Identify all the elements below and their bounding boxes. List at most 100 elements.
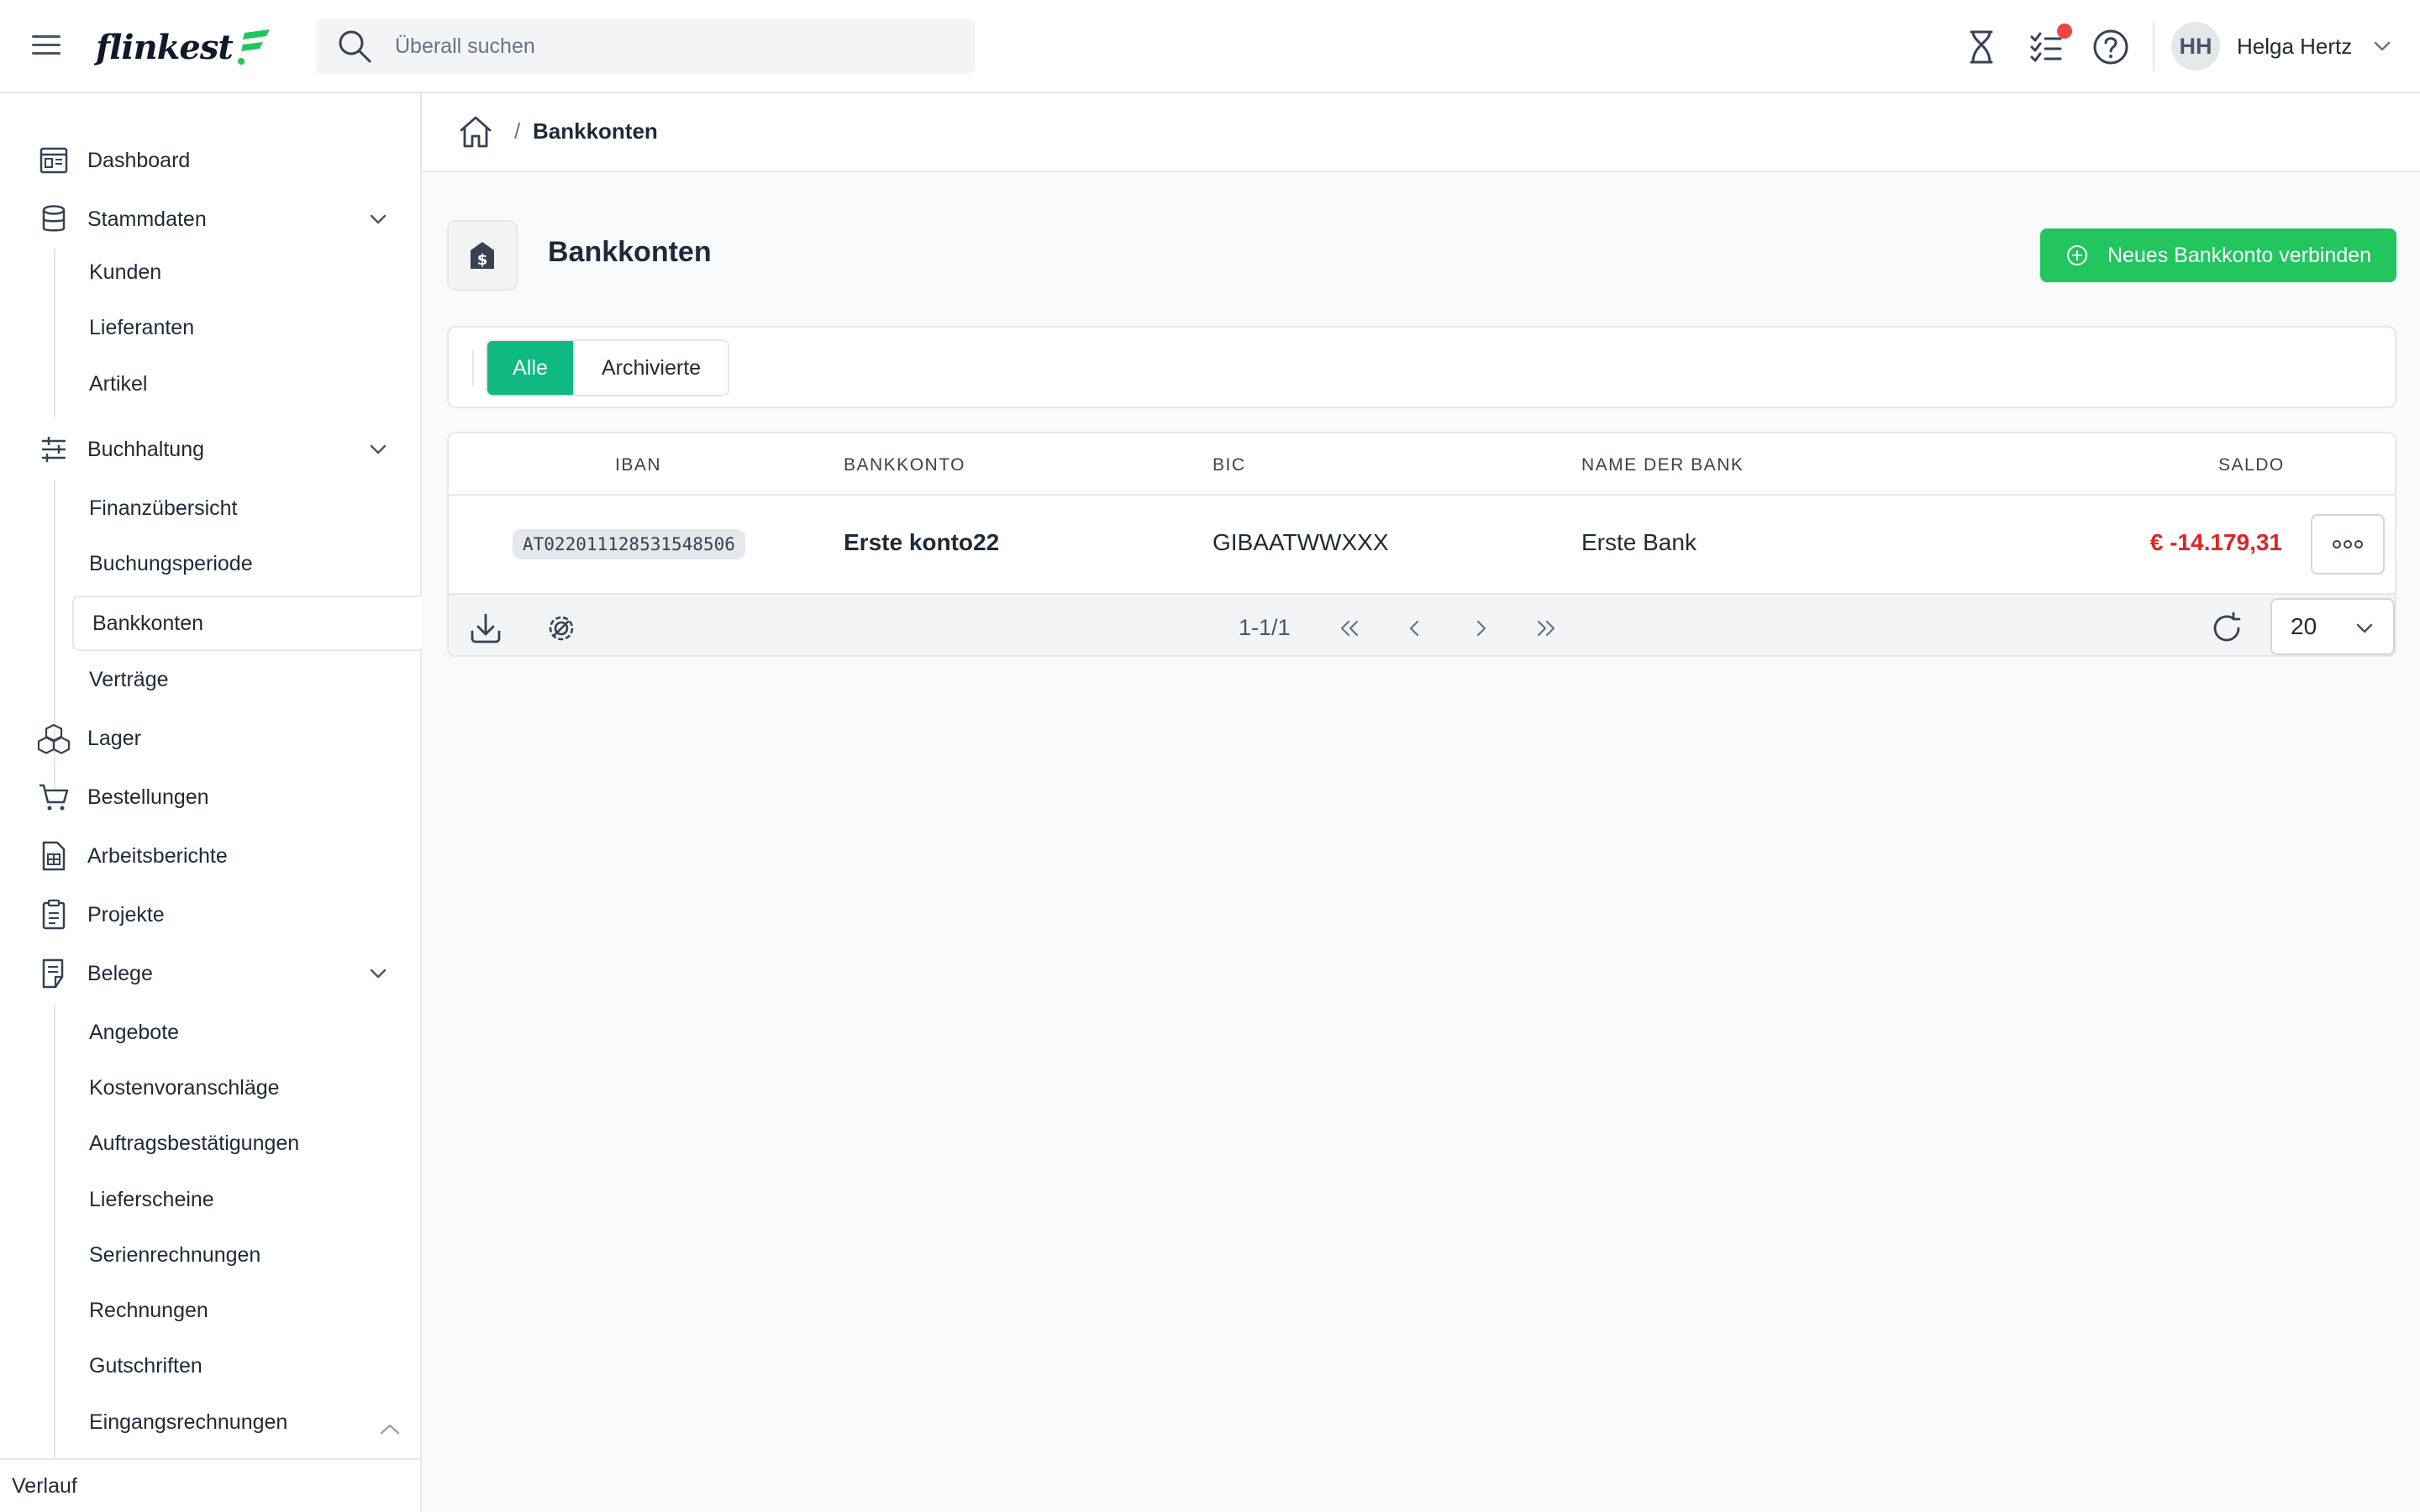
- sidebar-item-belege[interactable]: Belege: [37, 952, 398, 995]
- sliders-icon: [42, 437, 66, 462]
- help-icon[interactable]: [2091, 27, 2131, 67]
- connect-bank-account-button[interactable]: Neues Bankkonto verbinden: [2040, 228, 2396, 282]
- sidebar-subitem-rechnungen[interactable]: Rechnungen: [72, 1290, 417, 1331]
- sidebar-item-stammdaten[interactable]: Stammdaten: [37, 197, 398, 241]
- breadcrumb-current: Bankkonten: [533, 118, 658, 144]
- iban-badge: AT022011128531548506: [513, 529, 745, 559]
- sidebar-item-projekte[interactable]: Projekte: [37, 893, 398, 937]
- sidebar-subitem-kostenvoranschlaege[interactable]: Kostenvoranschläge: [72, 1068, 417, 1108]
- bic-value: GIBAATWWXXX: [1213, 529, 1389, 555]
- previous-page-icon[interactable]: [1400, 613, 1430, 643]
- cart-icon: [39, 784, 69, 811]
- first-page-icon[interactable]: [1334, 613, 1365, 643]
- filter-divider: [472, 349, 474, 386]
- sidebar-item-label: Dashboard: [87, 148, 191, 172]
- more-horizontal-icon: [2333, 540, 2363, 549]
- search-bar[interactable]: [316, 18, 975, 74]
- sidebar-subitem-buchungsperiode[interactable]: Buchungsperiode: [72, 543, 417, 584]
- refresh-icon[interactable]: [2208, 610, 2245, 647]
- sidebar-subitem-auftragsbestaetigungen[interactable]: Auftragsbestätigungen: [72, 1123, 417, 1163]
- page-icon: $: [447, 220, 518, 291]
- sidebar-item-label: Projekte: [87, 902, 165, 927]
- breadcrumb: / Bankkonten: [422, 93, 2420, 172]
- column-header-saldo[interactable]: SALDO: [2218, 455, 2285, 475]
- top-bar: flinkest HH Helga Hertz: [0, 0, 2420, 93]
- column-header-bank-name[interactable]: NAME DER BANK: [1581, 455, 1744, 475]
- report-icon: [42, 841, 66, 871]
- column-header-bic[interactable]: BIC: [1213, 455, 1246, 475]
- clipboard-icon: [42, 899, 66, 930]
- search-icon: [339, 30, 371, 63]
- chevron-down-icon: [370, 214, 387, 224]
- sidebar-subitem-finanzuebersicht[interactable]: Finanzübersicht: [72, 488, 417, 528]
- user-name: Helga Hertz: [2237, 33, 2353, 59]
- sidebar-subitem-artikel[interactable]: Artikel: [72, 364, 417, 404]
- app-logo[interactable]: flinkest: [96, 22, 271, 72]
- chevron-down-icon: [2375, 41, 2391, 51]
- sidebar-item-buchhaltung[interactable]: Buchhaltung: [37, 428, 398, 471]
- hourglass-icon[interactable]: [1961, 27, 2002, 67]
- tab-archivierte[interactable]: Archivierte: [573, 341, 728, 395]
- sidebar-subitem-lieferanten[interactable]: Lieferanten: [72, 307, 417, 348]
- search-input[interactable]: [395, 34, 933, 59]
- table-header-divider: [449, 494, 2395, 496]
- bank-tag-icon: $: [471, 242, 494, 269]
- submenu-guide: [54, 249, 55, 417]
- page-size-value: 20: [2291, 613, 2317, 639]
- sidebar-item-label: Belege: [87, 961, 153, 985]
- sidebar-item-label: Stammdaten: [87, 207, 207, 231]
- sidebar-subitem-eingangsrechnungen[interactable]: Eingangsrechnungen: [72, 1402, 417, 1442]
- boxes-icon: [37, 723, 71, 754]
- sidebar-item-lager[interactable]: Lager: [37, 717, 398, 760]
- bank-account-name[interactable]: Erste konto22: [844, 529, 999, 556]
- sidebar-subitem-bankkonten[interactable]: Bankkonten: [72, 596, 422, 651]
- download-icon[interactable]: [467, 610, 504, 647]
- sidebar-item-label: Arbeitsberichte: [87, 843, 228, 868]
- database-icon: [42, 205, 66, 232]
- dashboard-icon: [39, 147, 68, 174]
- chevron-down-icon: [2356, 623, 2373, 633]
- submenu-guide: [54, 1004, 55, 1462]
- history-section[interactable]: Verlauf: [0, 1458, 420, 1512]
- sidebar-item-dashboard[interactable]: Dashboard: [37, 139, 398, 182]
- next-page-icon[interactable]: [1465, 613, 1496, 643]
- header-divider: [2153, 22, 2154, 71]
- filter-bar: Alle Archivierte: [447, 326, 2396, 408]
- sidebar-item-bestellungen[interactable]: Bestellungen: [37, 775, 398, 819]
- bank-accounts-table: IBAN BANKKONTO BIC NAME DER BANK SALDO A…: [447, 432, 2396, 657]
- chevron-up-icon[interactable]: [375, 1418, 405, 1441]
- user-menu[interactable]: HH Helga Hertz: [2171, 22, 2394, 71]
- column-header-bankkonto[interactable]: BANKKONTO: [844, 455, 965, 475]
- sidebar-subitem-vertraege[interactable]: Verträge: [72, 659, 417, 700]
- logo-text: flinkest: [96, 27, 234, 67]
- logo-mark-icon: [237, 29, 270, 65]
- page-size-select[interactable]: 20: [2270, 598, 2395, 655]
- sidebar-subitem-angebote[interactable]: Angebote: [72, 1012, 417, 1053]
- pagination-range: 1-1/1: [1239, 615, 1291, 640]
- column-header-iban[interactable]: IBAN: [615, 455, 661, 475]
- sidebar-subitem-kunden[interactable]: Kunden: [72, 252, 417, 292]
- page-title: Bankkonten: [548, 236, 712, 268]
- sidebar-item-label: Lager: [87, 726, 141, 750]
- breadcrumb-separator: /: [514, 118, 521, 144]
- tab-alle[interactable]: Alle: [487, 341, 573, 395]
- sidebar-item-arbeitsberichte[interactable]: Arbeitsberichte: [37, 834, 398, 878]
- svg-text:$: $: [477, 251, 488, 269]
- chevron-down-icon: [370, 444, 387, 454]
- row-actions-button[interactable]: [2311, 514, 2385, 575]
- chevron-down-icon: [370, 969, 387, 979]
- table-footer: 1-1/1 20: [449, 593, 2395, 655]
- home-icon[interactable]: [457, 113, 494, 150]
- receipt-icon: [42, 958, 64, 989]
- sidebar-item-label: Bestellungen: [87, 785, 209, 809]
- sidebar-item-label: Buchhaltung: [87, 437, 205, 461]
- plus-circle-icon: [2066, 245, 2087, 265]
- avatar: HH: [2171, 22, 2220, 71]
- sidebar-subitem-serienrechnungen[interactable]: Serienrechnungen: [72, 1235, 417, 1275]
- menu-icon[interactable]: [30, 30, 64, 60]
- settings-icon[interactable]: [543, 610, 580, 647]
- sidebar: Dashboard Stammdaten Kunden Lieferanten …: [0, 93, 422, 1512]
- last-page-icon[interactable]: [1531, 613, 1561, 643]
- sidebar-subitem-lieferscheine[interactable]: Lieferscheine: [72, 1179, 417, 1220]
- sidebar-subitem-gutschriften[interactable]: Gutschriften: [72, 1346, 417, 1386]
